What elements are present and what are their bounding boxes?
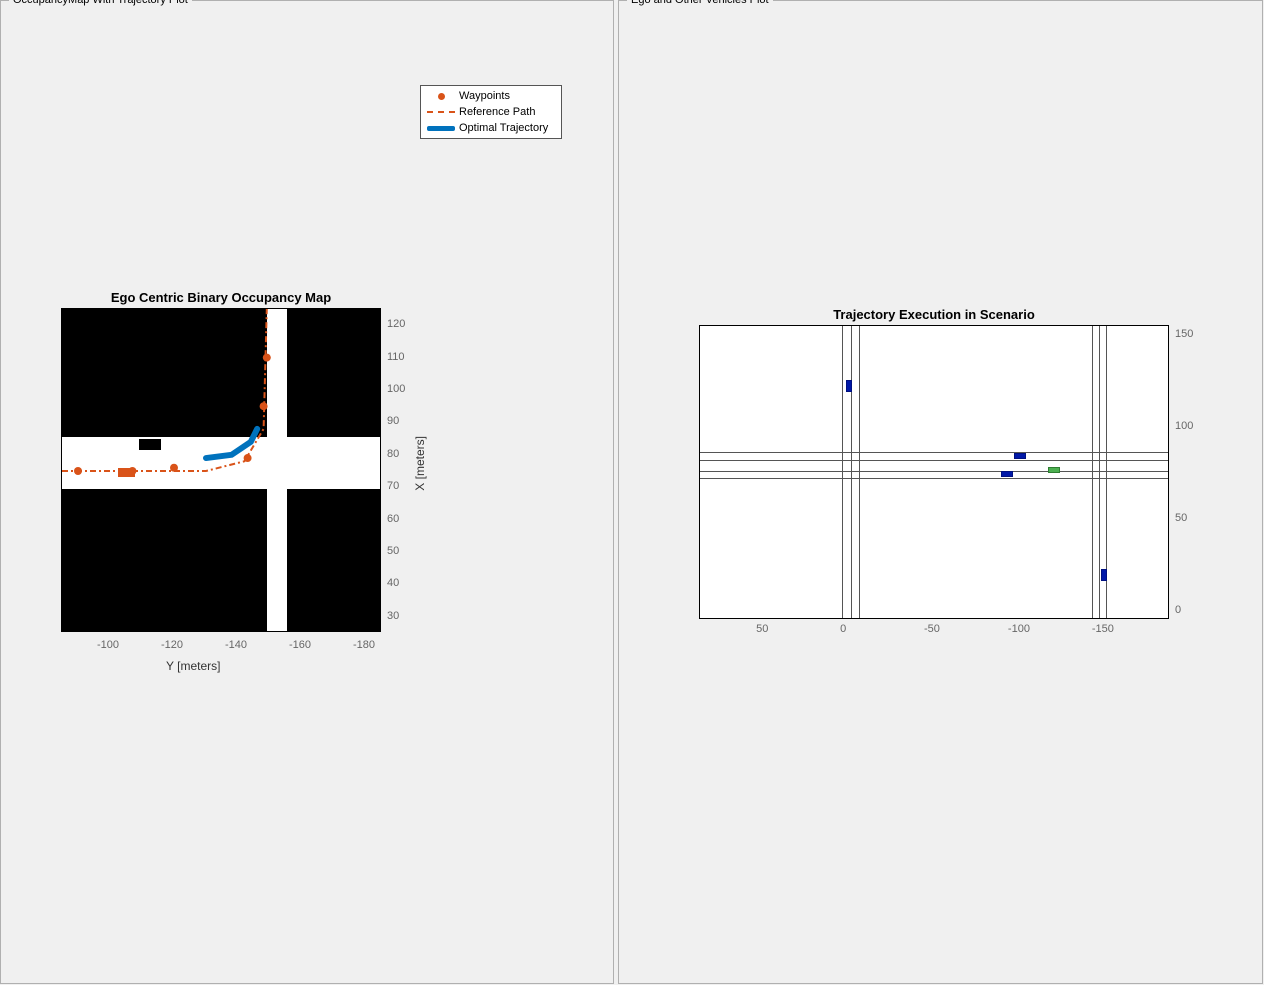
blue-car-bottom [1101,569,1107,581]
occupancy-map-plot[interactable] [61,308,381,632]
ytick: 30 [387,610,399,622]
road-vertical [1092,326,1093,619]
right-panel-title: Ego and Other Vehicles Plot [627,0,773,6]
xtick: -50 [924,623,940,635]
xtick: 50 [756,623,768,635]
green-ego [1048,467,1060,473]
road-horizontal [700,471,1169,472]
road-horizontal [700,452,1169,453]
road-vertical [842,326,843,619]
legend-label: Reference Path [459,106,535,118]
road-horizontal [700,478,1169,479]
road-vertical [1099,326,1100,619]
ytick: 0 [1175,604,1181,616]
xtick: -160 [289,639,311,651]
legend-label: Optimal Trajectory [459,122,548,134]
blue-car-left [1001,471,1013,477]
ytick: 80 [387,448,399,460]
ytick: 70 [387,480,399,492]
right-chart-title: Trajectory Execution in Scenario [699,307,1169,322]
ytick: 50 [387,545,399,557]
blue-car-top [846,380,852,392]
road-horizontal [700,460,1169,461]
blue-car-mid [1014,453,1026,459]
ytick: 100 [387,383,405,395]
xtick: -140 [225,639,247,651]
legend-item-waypoints: Waypoints [427,88,555,104]
ytick: 40 [387,577,399,589]
left-ylabel: X [meters] [413,436,427,491]
xtick: 0 [840,623,846,635]
left-xlabel: Y [meters] [166,659,220,673]
xtick: -100 [97,639,119,651]
legend: Waypoints Reference Path Optimal Traject… [420,85,562,139]
ytick: 110 [387,351,405,363]
xtick: -150 [1092,623,1114,635]
xtick: -100 [1008,623,1030,635]
ytick: 50 [1175,512,1187,524]
ytick: 150 [1175,328,1193,340]
waypoints-marker-icon [427,93,455,100]
optimal-trajectory-line-icon [427,126,455,131]
ytick: 100 [1175,420,1193,432]
ytick: 90 [387,415,399,427]
legend-item-optimal-trajectory: Optimal Trajectory [427,120,555,136]
reference-path-line-icon [427,111,455,113]
occupancy-map-panel: OccupancyMap With Trajectory Plot Waypoi… [0,0,614,984]
ytick: 60 [387,513,399,525]
trajectory-overlay [62,309,381,632]
road-vertical [859,326,860,619]
scenario-plot[interactable] [699,325,1169,619]
left-panel-title: OccupancyMap With Trajectory Plot [9,0,192,6]
xtick: -180 [353,639,375,651]
legend-label: Waypoints [459,90,510,102]
legend-item-reference-path: Reference Path [427,104,555,120]
ytick: 120 [387,318,405,330]
scenario-panel: Ego and Other Vehicles Plot Trajectory E… [618,0,1263,984]
road-vertical [851,326,852,619]
left-chart-title: Ego Centric Binary Occupancy Map [61,290,381,305]
xtick: -120 [161,639,183,651]
